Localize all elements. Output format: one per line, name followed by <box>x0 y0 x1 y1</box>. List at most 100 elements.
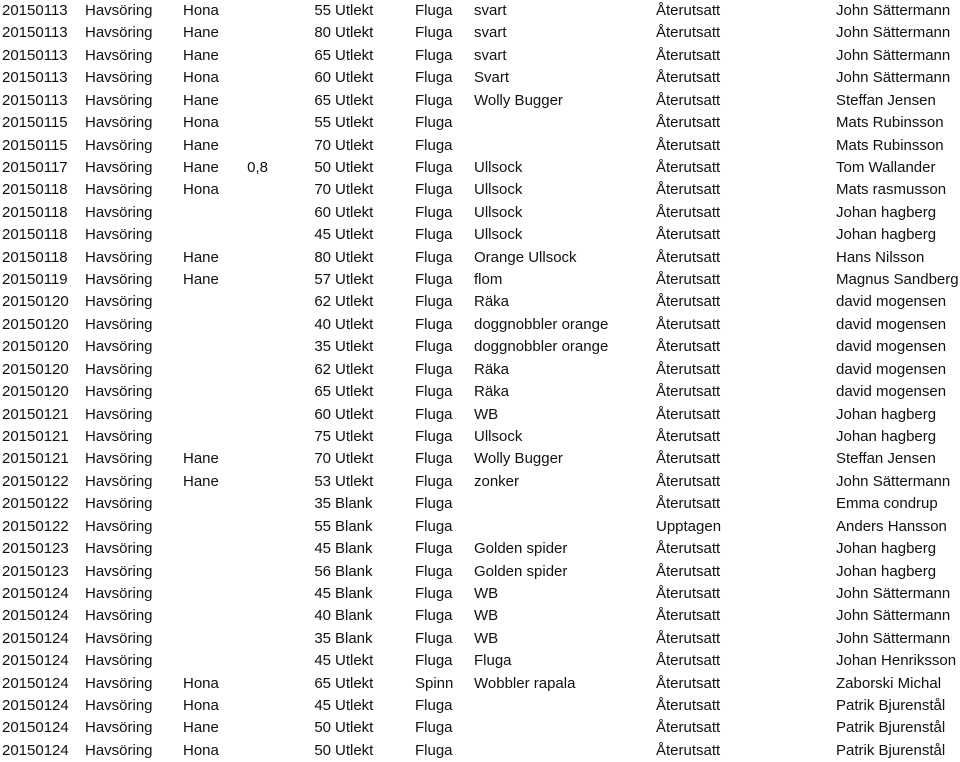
cell-method: Fluga <box>415 203 453 221</box>
cell-length: 80 <box>314 248 331 266</box>
table-row: 20150120 Havsöring 62 Utlekt Fluga Räka Återut… <box>0 291 960 313</box>
cell-length: 60 <box>314 69 331 87</box>
cell-sex: Hona <box>183 674 219 692</box>
cell-date: 20150113 <box>2 46 68 64</box>
table-row: 20150121 Havsöring 60 Utlekt Fluga WB Återutsa… <box>0 404 960 426</box>
cell-species: Havsöring <box>85 405 153 423</box>
cell-method: Fluga <box>415 607 453 625</box>
cell-date: 20150124 <box>2 629 69 647</box>
cell-species: Havsöring <box>85 584 153 602</box>
cell-sex: Hane <box>183 136 219 154</box>
cell-species: Havsöring <box>85 158 153 176</box>
cell-species: Havsöring <box>85 360 153 378</box>
cell-method: Fluga <box>415 226 453 244</box>
cell-species: Havsöring <box>85 674 153 692</box>
cell-method: Fluga <box>415 69 453 87</box>
cell-length: 45 <box>314 697 331 715</box>
cell-method: Fluga <box>415 2 453 19</box>
cell-outcome: Återutsatt <box>656 674 721 692</box>
cell-date: 20150113 <box>2 91 68 109</box>
cell-species: Havsöring <box>85 181 153 199</box>
cell-species: Havsöring <box>85 114 153 132</box>
cell-species: Havsöring <box>85 248 153 266</box>
cell-lure: flom <box>474 271 503 289</box>
cell-species: Havsöring <box>85 562 153 580</box>
cell-outcome: Återutsatt <box>656 405 721 423</box>
cell-method: Fluga <box>415 383 453 401</box>
cell-lure: Wolly Bugger <box>474 450 563 468</box>
cell-sex: Hona <box>183 697 219 715</box>
table-row: 20150118 Havsöring Hona 70 Utlekt Fluga Ullsoc… <box>0 179 960 201</box>
cell-sex: Hane <box>183 472 219 490</box>
table-row: 20150124 Havsöring 45 Utlekt Fluga Fluga Återu… <box>0 650 960 672</box>
cell-species: Havsöring <box>85 540 153 558</box>
cell-outcome: Återutsatt <box>656 562 721 580</box>
cell-sex: Hane <box>183 271 219 289</box>
table-row: 20150113 Havsöring Hane 80 Utlekt Fluga svart Å… <box>0 22 960 44</box>
cell-date: 20150117 <box>2 158 68 176</box>
cell-angler: Magnus Sandberg <box>836 271 959 289</box>
cell-length: 45 <box>314 540 331 558</box>
cell-outcome: Återutsatt <box>656 495 721 513</box>
cell-method: Fluga <box>415 584 453 602</box>
cell-method: Fluga <box>415 517 453 535</box>
cell-method: Fluga <box>415 114 453 132</box>
cell-length: 65 <box>314 383 331 401</box>
cell-condition: Utlekt <box>335 293 374 311</box>
cell-angler: Zaborski Michal <box>836 674 942 692</box>
cell-length: 40 <box>314 315 331 333</box>
table-row: 20150120 Havsöring 40 Utlekt Fluga doggnobble… <box>0 314 960 336</box>
cell-species: Havsöring <box>85 741 153 759</box>
cell-date: 20150121 <box>2 405 69 423</box>
table-row: 20150118 Havsöring Hane 80 Utlekt Fluga Orange… <box>0 247 960 269</box>
cell-outcome: Återutsatt <box>656 741 721 759</box>
cell-angler: Anders Hansson <box>836 517 947 535</box>
cell-angler: Johan hagberg <box>836 226 937 244</box>
cell-lure: WB <box>474 405 499 423</box>
table-row: 20150117 Havsöring Hane 0,8 50 Utlekt Fluga Ull… <box>0 157 960 179</box>
cell-condition: Utlekt <box>335 271 374 289</box>
cell-species: Havsöring <box>85 91 153 109</box>
table-row: 20150118 Havsöring 45 Utlekt Fluga Ullsock Åte… <box>0 224 960 246</box>
cell-angler: Mats Rubinsson <box>836 136 944 154</box>
table-row: 20150124 Havsöring 40 Blank Fluga WB Återutsat… <box>0 605 960 627</box>
cell-sex: Hane <box>183 450 219 468</box>
cell-condition: Utlekt <box>335 741 374 759</box>
cell-outcome: Återutsatt <box>656 158 721 176</box>
cell-weight: 0,8 <box>247 158 268 176</box>
cell-outcome: Återutsatt <box>656 697 721 715</box>
cell-length: 60 <box>314 405 331 423</box>
cell-outcome: Återutsatt <box>656 338 721 356</box>
cell-condition: Utlekt <box>335 248 374 266</box>
cell-length: 60 <box>314 203 331 221</box>
table-row: 20150120 Havsöring 62 Utlekt Fluga Räka Återut… <box>0 359 960 381</box>
cell-angler: Patrik Bjurenstål <box>836 741 946 759</box>
cell-lure: Golden spider <box>474 562 568 580</box>
cell-angler: John Sättermann <box>836 607 951 625</box>
cell-date: 20150113 <box>2 24 68 42</box>
cell-lure: Räka <box>474 360 510 378</box>
cell-length: 45 <box>314 584 331 602</box>
cell-condition: Utlekt <box>335 24 374 42</box>
cell-date: 20150115 <box>2 114 68 132</box>
cell-species: Havsöring <box>85 517 153 535</box>
cell-lure: Orange Ullsock <box>474 248 577 266</box>
cell-condition: Utlekt <box>335 697 374 715</box>
cell-date: 20150120 <box>2 315 69 333</box>
table-row: 20150118 Havsöring 60 Utlekt Fluga Ullsock Åte… <box>0 202 960 224</box>
cell-condition: Utlekt <box>335 203 374 221</box>
cell-angler: Patrik Bjurenstål <box>836 697 946 715</box>
cell-species: Havsöring <box>85 450 153 468</box>
cell-outcome: Återutsatt <box>656 360 721 378</box>
cell-date: 20150124 <box>2 741 69 759</box>
cell-method: Fluga <box>415 24 453 42</box>
cell-lure: Ullsock <box>474 158 523 176</box>
table-row: 20150113 Havsöring Hona 55 Utlekt Fluga svart Å… <box>0 0 960 22</box>
cell-length: 35 <box>314 338 331 356</box>
cell-condition: Utlekt <box>335 405 374 423</box>
cell-method: Fluga <box>415 652 453 670</box>
cell-species: Havsöring <box>85 495 153 513</box>
cell-lure: svart <box>474 24 507 42</box>
cell-outcome: Upptagen <box>656 517 722 535</box>
cell-condition: Utlekt <box>335 181 374 199</box>
